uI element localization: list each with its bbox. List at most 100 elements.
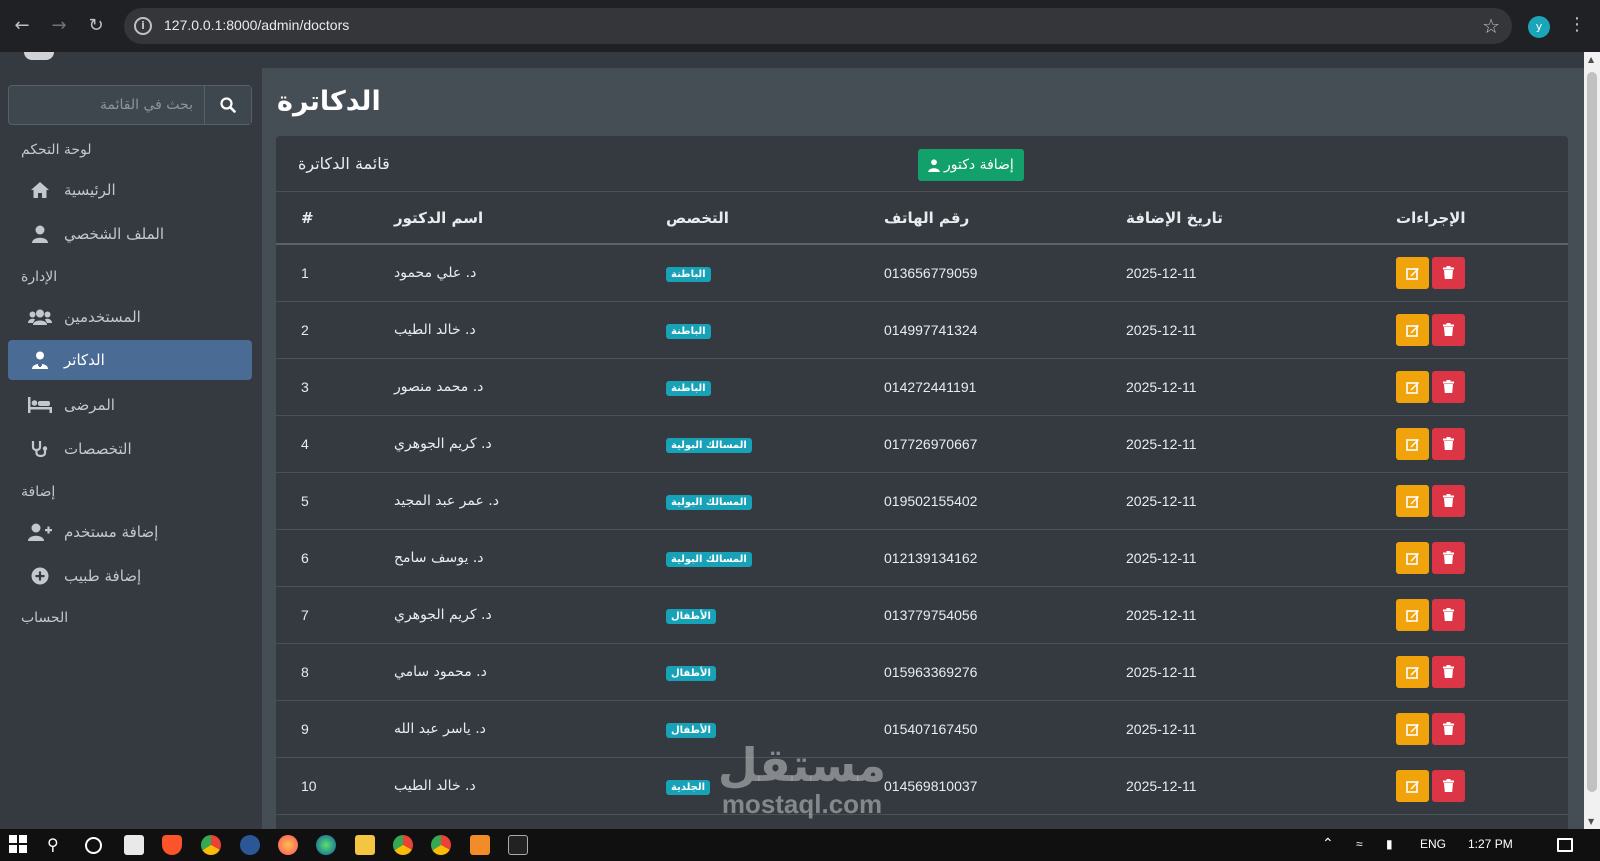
cortana-icon[interactable] [85,837,102,854]
page-scrollbar[interactable]: ▲ ▼ [1584,52,1600,829]
delete-button[interactable] [1432,655,1465,688]
browser-menu-icon[interactable]: ⋮ [1568,14,1586,35]
address-bar[interactable]: i 127.0.0.1:8000/admin/doctors ☆ [124,8,1512,44]
edit-button[interactable] [1396,370,1429,403]
url-text[interactable]: 127.0.0.1:8000/admin/doctors [164,17,349,33]
sidebar-item-add-doctor[interactable]: إضافة طبيب [8,556,252,596]
cell-date: 2025-12-11 [1126,358,1396,416]
cell-actions [1396,700,1568,758]
sidebar-item-add-user[interactable]: إضافة مستخدم [8,512,252,552]
delete-button[interactable] [1432,712,1465,745]
table-row: 6 د. يوسف سامح المسالك البولية 012139134… [276,529,1568,587]
sidebar-item-specialties[interactable]: التخصصات [8,429,252,469]
delete-button[interactable] [1432,313,1465,346]
chevron-up-icon[interactable]: ⌃ [1322,835,1334,852]
sidebar-item-users[interactable]: المستخدمين [8,297,252,337]
sidebar-item-profile[interactable]: الملف الشخصي [8,214,252,254]
scroll-up-icon[interactable]: ▲ [1588,55,1594,64]
edit-button[interactable] [1396,427,1429,460]
search-button[interactable] [204,86,251,124]
edit-button[interactable] [1396,256,1429,289]
edit-button[interactable] [1396,769,1429,802]
specialty-badge: الجلدية [666,779,711,795]
user-icon [28,225,52,243]
brave-icon[interactable] [162,835,182,855]
edit-button[interactable] [1396,484,1429,517]
edit-icon [1405,552,1419,565]
terminal-icon[interactable] [508,835,528,855]
header-phone: رقم الهاتف [884,192,1126,245]
scroll-thumb[interactable] [1587,72,1597,792]
search-icon[interactable]: ⚲ [47,835,67,855]
add-doctor-button[interactable]: إضافة دكتور [918,149,1024,181]
sidebar-item-doctors[interactable]: الدكاتر [8,340,252,380]
file-explorer-icon[interactable] [355,835,375,855]
xampp-icon[interactable] [470,835,490,855]
delete-button[interactable] [1432,256,1465,289]
edit-icon [1405,609,1419,622]
sidebar-item-label: المستخدمين [64,308,141,326]
back-arrow-icon[interactable]: ← [10,14,34,38]
windows-start-icon[interactable] [9,835,29,855]
delete-button[interactable] [1432,370,1465,403]
edit-button[interactable] [1396,598,1429,631]
cell-num: 10 [276,757,394,815]
delete-button[interactable] [1432,769,1465,802]
sidebar: لوحة التحكم الرئيسية الملف الشخصي الإدار… [0,52,262,829]
table-row: 5 د. عمر عبد المجيد المسالك البولية 0195… [276,472,1568,530]
site-info-icon[interactable]: i [134,17,152,35]
user-plus-icon [28,523,52,541]
cell-phone: 014569810037 [884,757,1126,815]
scroll-down-icon[interactable]: ▼ [1588,817,1594,826]
cell-num: 3 [276,358,394,416]
edge-icon[interactable] [316,835,336,855]
delete-button[interactable] [1432,484,1465,517]
sidebar-item-patients[interactable]: المرضى [8,385,252,425]
forward-arrow-icon[interactable]: → [47,14,71,38]
section-add-header: إضافة [21,484,56,500]
table-row: 10 د. خالد الطيب الجلدية 014569810037 20… [276,757,1568,815]
edit-button[interactable] [1396,313,1429,346]
reload-icon[interactable]: ↻ [84,14,108,38]
wifi-icon[interactable]: ≈ [1356,837,1363,851]
edit-button[interactable] [1396,541,1429,574]
delete-button[interactable] [1432,598,1465,631]
firefox-icon[interactable] [278,835,298,855]
specialty-badge: الباطنة [666,380,711,396]
cell-name: د. محمود سامي [394,643,666,701]
top-navbar [262,52,1584,68]
add-doctor-label: إضافة دكتور [944,157,1014,173]
trash-icon [1443,380,1454,393]
doctor-icon [28,351,52,369]
search-icon [220,97,236,113]
plus-circle-icon [28,567,52,585]
delete-button[interactable] [1432,541,1465,574]
app-icon[interactable] [240,835,260,855]
cell-phone: 015963369276 [884,643,1126,701]
brand-logo[interactable] [24,52,54,60]
cell-name: د. ياسر عبد الله [394,700,666,758]
sidebar-item-label: التخصصات [64,440,132,458]
clock[interactable]: 1:27 PM [1468,837,1513,851]
delete-button[interactable] [1432,427,1465,460]
profile-avatar[interactable]: y [1528,16,1550,38]
edit-button[interactable] [1396,655,1429,688]
chrome-icon[interactable] [393,835,413,855]
store-icon[interactable] [124,835,144,855]
bookmark-star-icon[interactable]: ☆ [1482,14,1500,38]
sidebar-item-label: الدكاتر [64,351,105,369]
sidebar-item-label: الملف الشخصي [64,225,164,243]
sidebar-item-home[interactable]: الرئيسية [8,170,252,210]
cell-specialty: الباطنة [666,358,884,416]
language-indicator[interactable]: ENG [1420,837,1446,851]
cell-actions [1396,757,1568,815]
chrome-icon[interactable] [431,835,451,855]
sidebar-search-input[interactable] [13,86,203,124]
edit-button[interactable] [1396,712,1429,745]
edit-icon [1405,267,1419,280]
specialty-badge: المسالك البولية [666,494,752,510]
chrome-icon[interactable] [201,835,221,855]
notifications-icon[interactable] [1557,838,1573,852]
battery-icon[interactable]: ▮ [1386,837,1393,851]
cell-actions [1396,643,1568,701]
